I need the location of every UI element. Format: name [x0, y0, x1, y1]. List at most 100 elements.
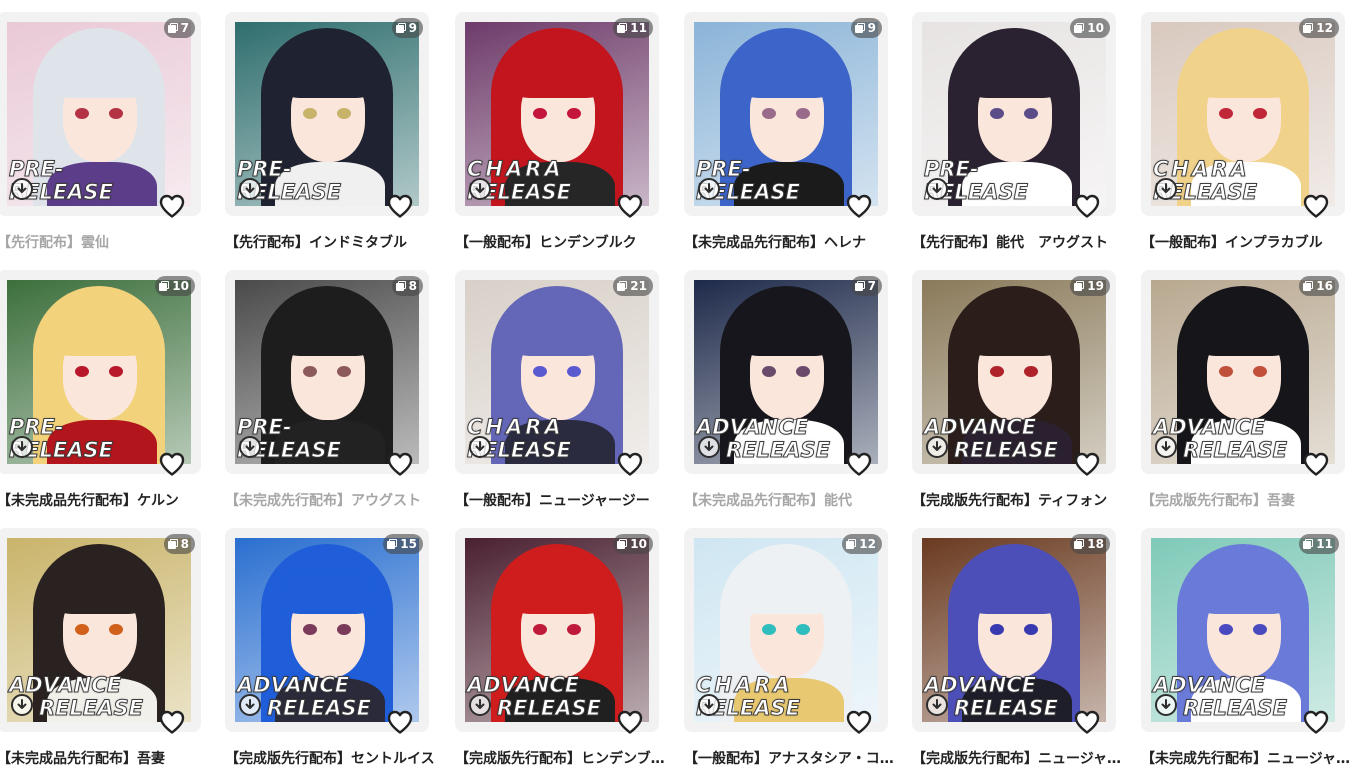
- work-card[interactable]: CHARA RELEASE 12 【一般配布】アナスタシア・コーヴァ: [684, 528, 898, 784]
- work-title[interactable]: 【完成版先行配布】ティフォン: [912, 490, 1122, 510]
- heart-icon[interactable]: [386, 193, 414, 219]
- character-thumbnail[interactable]: ADVANCE RELEASE: [922, 538, 1106, 722]
- work-card[interactable]: PRE- RELEASE 10 【先行配布】能代 アウグスト: [912, 12, 1126, 268]
- thumbnail-frame[interactable]: ADVANCE RELEASE 10: [455, 528, 659, 732]
- character-thumbnail[interactable]: ADVANCE RELEASE: [694, 280, 878, 464]
- page-count-badge[interactable]: 8: [163, 534, 195, 554]
- thumbnail-frame[interactable]: CHARA RELEASE 12: [684, 528, 888, 732]
- character-thumbnail[interactable]: CHARA RELEASE: [694, 538, 878, 722]
- thumbnail-frame[interactable]: ADVANCE RELEASE 15: [225, 528, 429, 732]
- heart-icon[interactable]: [1302, 451, 1330, 477]
- download-icon[interactable]: [926, 694, 948, 716]
- character-thumbnail[interactable]: PRE- RELEASE: [694, 22, 878, 206]
- heart-icon[interactable]: [845, 451, 873, 477]
- work-title[interactable]: 【完成版先行配布】ニュージャージー: [912, 748, 1122, 768]
- character-thumbnail[interactable]: PRE- RELEASE: [235, 22, 419, 206]
- heart-icon[interactable]: [845, 709, 873, 735]
- work-title[interactable]: 【先行配布】能代 アウグスト: [912, 232, 1122, 252]
- download-icon[interactable]: [11, 694, 33, 716]
- work-title[interactable]: 【未完成先行配布】アウグスト: [225, 490, 435, 510]
- page-count-badge[interactable]: 7: [850, 276, 882, 296]
- work-card[interactable]: ADVANCE RELEASE 15 【完成版先行配布】セントルイス: [225, 528, 439, 784]
- thumbnail-frame[interactable]: ADVANCE RELEASE 18: [912, 528, 1116, 732]
- heart-icon[interactable]: [1302, 709, 1330, 735]
- character-thumbnail[interactable]: PRE- RELEASE: [7, 22, 191, 206]
- work-title[interactable]: 【先行配布】インドミタブル: [225, 232, 435, 252]
- work-title[interactable]: 【一般配布】ニュージャージー: [455, 490, 665, 510]
- page-count-badge[interactable]: 10: [1070, 18, 1110, 38]
- thumbnail-frame[interactable]: PRE- RELEASE 10: [912, 12, 1116, 216]
- character-thumbnail[interactable]: ADVANCE RELEASE: [922, 280, 1106, 464]
- work-card[interactable]: PRE- RELEASE 8 【未完成先行配布】アウグスト: [225, 270, 439, 526]
- heart-icon[interactable]: [1073, 451, 1101, 477]
- download-icon[interactable]: [469, 436, 491, 458]
- character-thumbnail[interactable]: PRE- RELEASE: [235, 280, 419, 464]
- heart-icon[interactable]: [158, 451, 186, 477]
- page-count-badge[interactable]: 21: [613, 276, 653, 296]
- download-icon[interactable]: [11, 178, 33, 200]
- page-count-badge[interactable]: 9: [391, 18, 423, 38]
- character-thumbnail[interactable]: PRE- RELEASE: [922, 22, 1106, 206]
- download-icon[interactable]: [239, 436, 261, 458]
- work-title[interactable]: 【未完成品先行配布】吾妻: [0, 748, 207, 768]
- thumbnail-frame[interactable]: ADVANCE RELEASE 7: [684, 270, 888, 474]
- page-count-badge[interactable]: 12: [1299, 18, 1339, 38]
- heart-icon[interactable]: [158, 709, 186, 735]
- thumbnail-frame[interactable]: PRE- RELEASE 8: [225, 270, 429, 474]
- work-card[interactable]: ADVANCE RELEASE 8 【未完成品先行配布】吾妻: [0, 528, 211, 784]
- page-count-badge[interactable]: 7: [163, 18, 195, 38]
- character-thumbnail[interactable]: ADVANCE RELEASE: [1151, 538, 1335, 722]
- thumbnail-frame[interactable]: PRE- RELEASE 9: [684, 12, 888, 216]
- page-count-badge[interactable]: 11: [613, 18, 653, 38]
- work-title[interactable]: 【未完成品先行配布】ケルン: [0, 490, 207, 510]
- thumbnail-frame[interactable]: PRE- RELEASE 10: [0, 270, 201, 474]
- heart-icon[interactable]: [158, 193, 186, 219]
- download-icon[interactable]: [926, 178, 948, 200]
- download-icon[interactable]: [1155, 694, 1177, 716]
- work-card[interactable]: PRE- RELEASE 9 【未完成品先行配布】ヘレナ: [684, 12, 898, 268]
- download-icon[interactable]: [698, 436, 720, 458]
- work-card[interactable]: PRE- RELEASE 9 【先行配布】インドミタブル: [225, 12, 439, 268]
- work-card[interactable]: PRE- RELEASE 10 【未完成品先行配布】ケルン: [0, 270, 211, 526]
- heart-icon[interactable]: [1073, 193, 1101, 219]
- work-title[interactable]: 【一般配布】インプラカブル: [1141, 232, 1351, 252]
- work-title[interactable]: 【未完成品先行配布】ヘレナ: [684, 232, 894, 252]
- character-thumbnail[interactable]: CHARA RELEASE: [1151, 22, 1335, 206]
- page-count-badge[interactable]: 11: [1299, 534, 1339, 554]
- thumbnail-frame[interactable]: ADVANCE RELEASE 19: [912, 270, 1116, 474]
- work-card[interactable]: ADVANCE RELEASE 19 【完成版先行配布】ティフォン: [912, 270, 1126, 526]
- download-icon[interactable]: [1155, 178, 1177, 200]
- work-card[interactable]: PRE- RELEASE 7 【先行配布】雲仙: [0, 12, 211, 268]
- thumbnail-frame[interactable]: CHARA RELEASE 21: [455, 270, 659, 474]
- page-count-badge[interactable]: 16: [1299, 276, 1339, 296]
- character-thumbnail[interactable]: ADVANCE RELEASE: [1151, 280, 1335, 464]
- download-icon[interactable]: [469, 694, 491, 716]
- download-icon[interactable]: [1155, 436, 1177, 458]
- work-title[interactable]: 【完成版先行配布】ヒンデンブルク: [455, 748, 665, 768]
- thumbnail-frame[interactable]: PRE- RELEASE 9: [225, 12, 429, 216]
- work-card[interactable]: CHARA RELEASE 11 【一般配布】ヒンデンブルク: [455, 12, 669, 268]
- thumbnail-frame[interactable]: ADVANCE RELEASE 8: [0, 528, 201, 732]
- work-card[interactable]: ADVANCE RELEASE 7 【未完成品先行配布】能代: [684, 270, 898, 526]
- download-icon[interactable]: [698, 694, 720, 716]
- work-card[interactable]: ADVANCE RELEASE 16 【完成版先行配布】吾妻: [1141, 270, 1355, 526]
- page-count-badge[interactable]: 9: [850, 18, 882, 38]
- work-title[interactable]: 【先行配布】雲仙: [0, 232, 207, 252]
- page-count-badge[interactable]: 10: [155, 276, 195, 296]
- thumbnail-frame[interactable]: PRE- RELEASE 7: [0, 12, 201, 216]
- work-title[interactable]: 【完成版先行配布】セントルイス: [225, 748, 435, 768]
- page-count-badge[interactable]: 19: [1070, 276, 1110, 296]
- thumbnail-frame[interactable]: ADVANCE RELEASE 11: [1141, 528, 1345, 732]
- work-card[interactable]: ADVANCE RELEASE 10 【完成版先行配布】ヒンデンブルク: [455, 528, 669, 784]
- page-count-badge[interactable]: 8: [391, 276, 423, 296]
- work-title[interactable]: 【未完成先行配布】ニュージャージー: [1141, 748, 1351, 768]
- page-count-badge[interactable]: 15: [383, 534, 423, 554]
- heart-icon[interactable]: [616, 709, 644, 735]
- download-icon[interactable]: [469, 178, 491, 200]
- download-icon[interactable]: [698, 178, 720, 200]
- work-title[interactable]: 【未完成品先行配布】能代: [684, 490, 894, 510]
- thumbnail-frame[interactable]: CHARA RELEASE 12: [1141, 12, 1345, 216]
- heart-icon[interactable]: [1302, 193, 1330, 219]
- character-thumbnail[interactable]: CHARA RELEASE: [465, 22, 649, 206]
- work-card[interactable]: CHARA RELEASE 21 【一般配布】ニュージャージー: [455, 270, 669, 526]
